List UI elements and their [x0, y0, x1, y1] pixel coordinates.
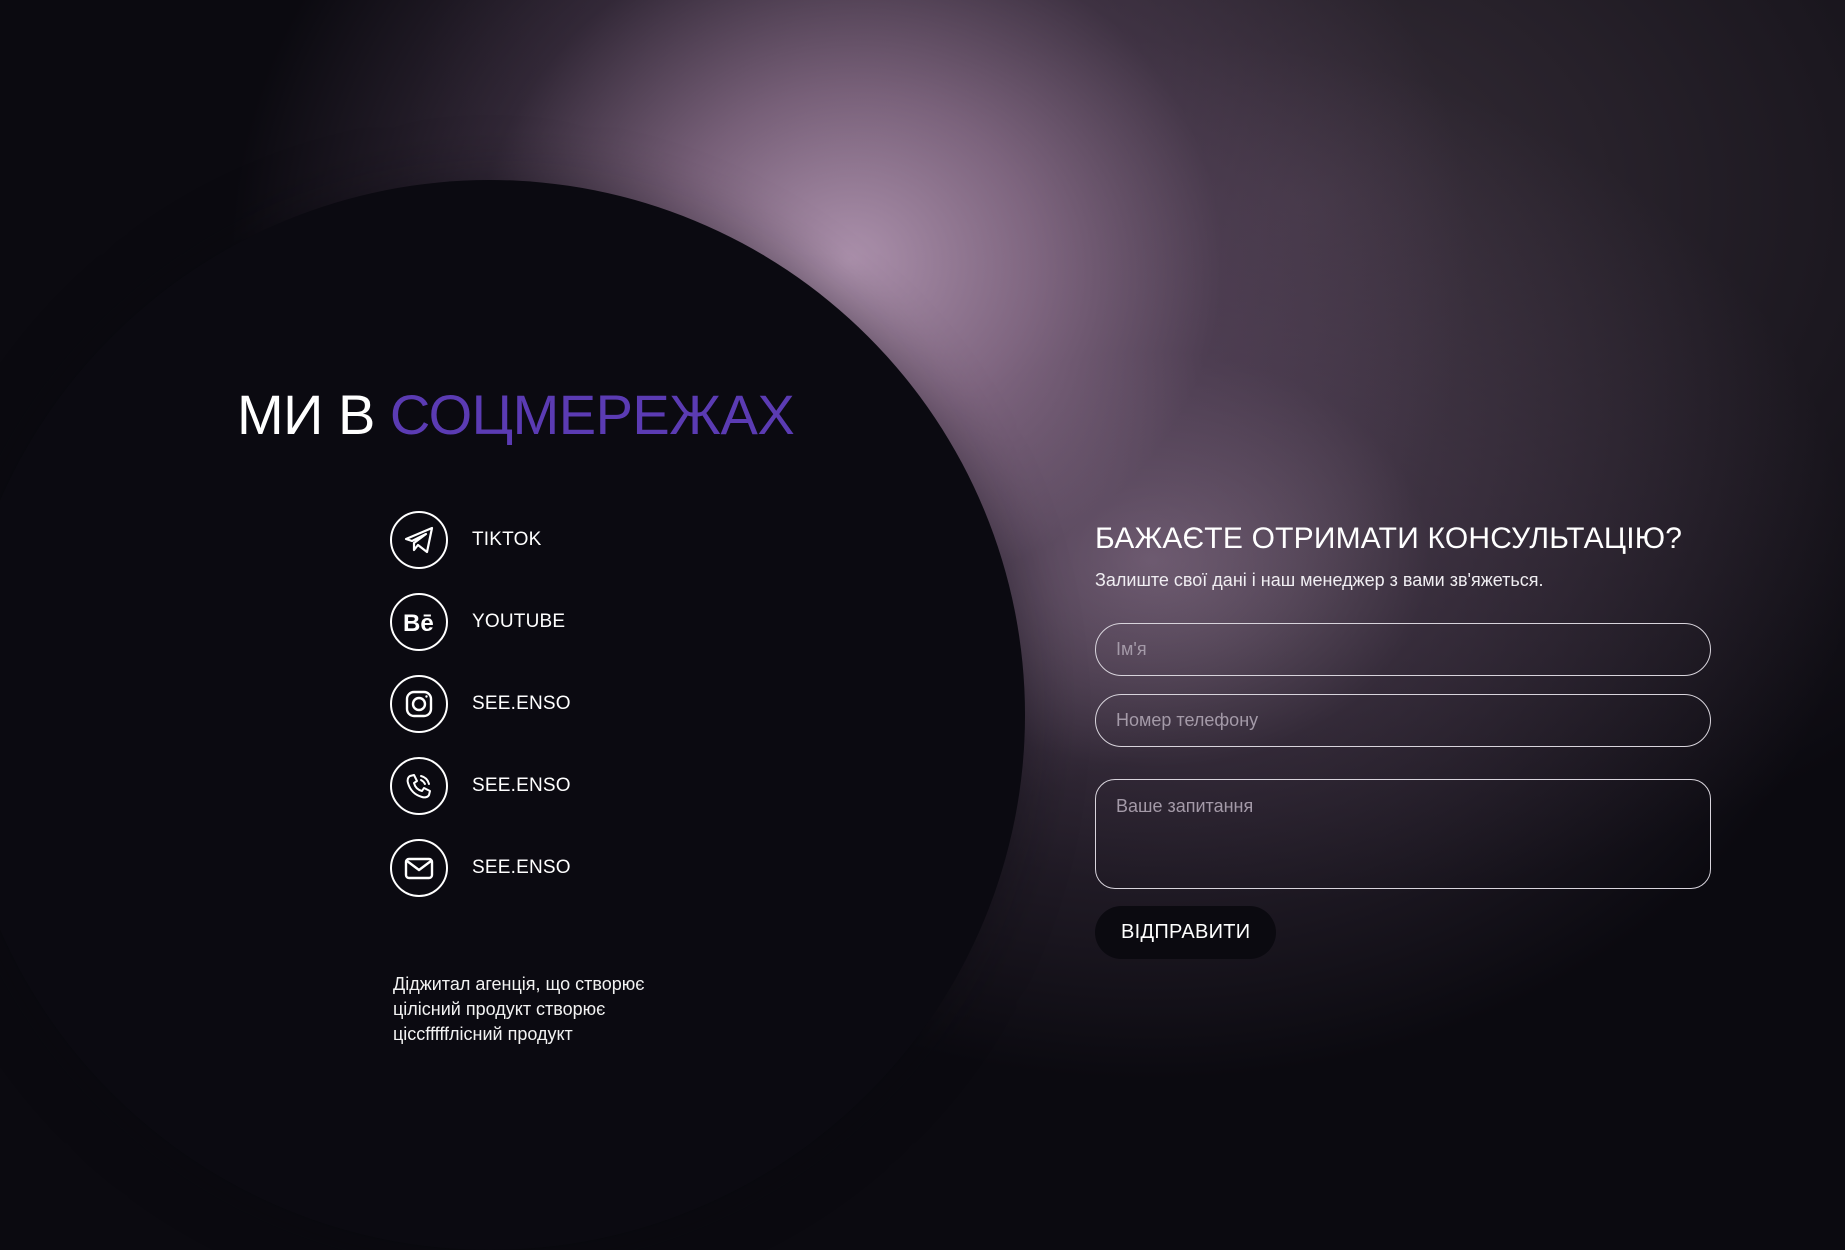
social-link-label[interactable]: SEE.ENSO	[472, 693, 571, 715]
social-link-youtube[interactable]: Bē YOUTUBE	[390, 591, 571, 653]
social-title-prefix: МИ В	[237, 383, 375, 446]
phone-input[interactable]	[1095, 694, 1711, 747]
mail-icon[interactable]	[390, 839, 448, 897]
social-title-accent: СОЦМЕРЕЖАХ	[389, 383, 795, 446]
social-link-label[interactable]: SEE.ENSO	[472, 775, 571, 797]
form-subtitle: Залиште свої дані і наш менеджер з вами …	[1095, 570, 1544, 590]
form-title: БАЖАЄТЕ ОТРИМАТИ КОНСУЛЬТАЦІЮ?	[1095, 522, 1683, 555]
social-link-label[interactable]: SEE.ENSO	[472, 857, 571, 879]
phone-icon[interactable]	[390, 757, 448, 815]
social-link-phone[interactable]: SEE.ENSO	[390, 755, 571, 817]
telegram-icon[interactable]	[390, 511, 448, 569]
submit-button[interactable]: ВІДПРАВИТИ	[1095, 906, 1277, 959]
agency-description-line: Діджитал агенція, що створює	[393, 974, 645, 994]
social-link-label[interactable]: YOUTUBE	[472, 611, 565, 633]
agency-description-line: ціссfffffлісний продукт	[393, 1024, 573, 1044]
social-links-list: TIKTOK Bē YOUTUBE SEE.ENSO SEE.ENSO SEE.…	[390, 509, 571, 919]
social-link-label[interactable]: TIKTOK	[472, 529, 541, 551]
social-link-instagram[interactable]: SEE.ENSO	[390, 673, 571, 735]
question-textarea[interactable]	[1095, 779, 1711, 889]
name-input[interactable]	[1095, 623, 1711, 676]
social-link-mail[interactable]: SEE.ENSO	[390, 837, 571, 899]
social-section-title: МИ В СОЦМЕРЕЖАХ	[237, 382, 795, 447]
agency-description: Діджитал агенція, що створює цілісний про…	[393, 972, 693, 1047]
social-link-tiktok[interactable]: TIKTOK	[390, 509, 571, 571]
agency-description-line: цілісний продукт створює	[393, 999, 606, 1019]
instagram-icon[interactable]	[390, 675, 448, 733]
behance-icon[interactable]: Bē	[390, 593, 448, 651]
consultation-form: БАЖАЄТЕ ОТРИМАТИ КОНСУЛЬТАЦІЮ? Залиште с…	[1095, 522, 1711, 959]
svg-text:Bē: Bē	[403, 610, 434, 637]
